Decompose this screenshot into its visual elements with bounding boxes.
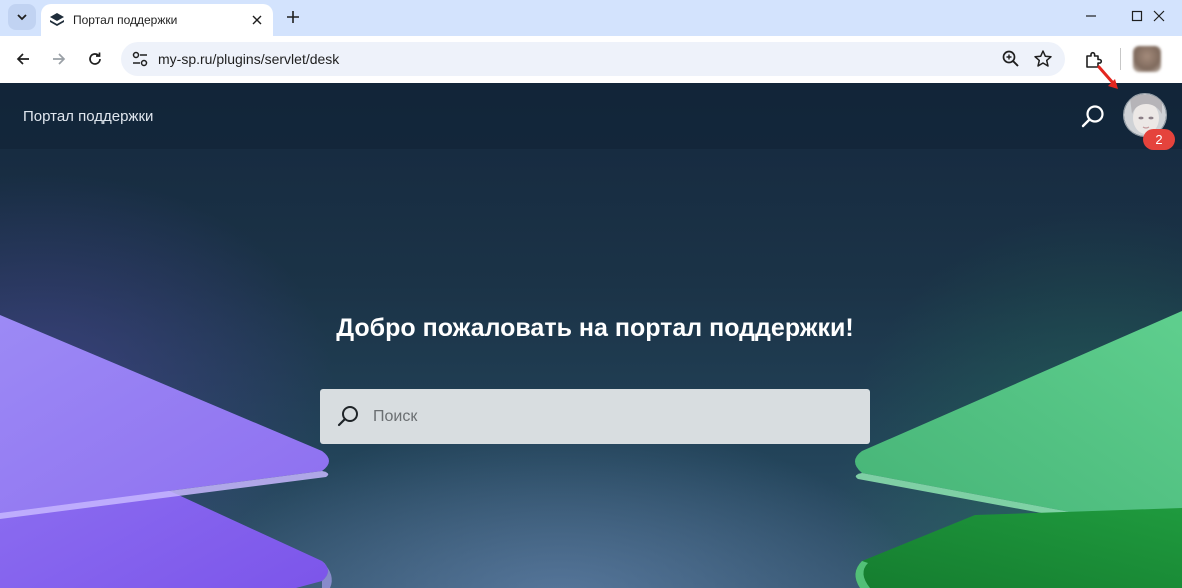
portal-header: Портал поддержки 2 [0, 83, 1182, 150]
tab-search-button[interactable] [8, 4, 36, 30]
welcome-heading: Добро пожаловать на портал поддержки! [336, 314, 854, 342]
red-arrow-annotation-icon [1097, 65, 1118, 89]
tab-close-button[interactable] [247, 10, 267, 30]
forward-button[interactable] [45, 45, 73, 73]
zoom-icon[interactable] [1001, 49, 1021, 69]
arrow-right-icon [53, 53, 66, 65]
arrow-left-icon [16, 53, 29, 65]
browser-tabstrip: Портал поддержки [0, 0, 1182, 36]
plus-icon [287, 11, 299, 23]
support-portal-page: Портал поддержки 2 Добро пожаловать на п… [0, 83, 1182, 588]
close-icon [252, 15, 262, 25]
minimize-button[interactable] [1068, 0, 1114, 32]
portal-search-box[interactable] [320, 389, 870, 444]
reload-button[interactable] [81, 45, 109, 73]
url-text: my-sp.ru/plugins/servlet/desk [158, 51, 340, 67]
site-settings-icon [132, 51, 148, 67]
portal-search-input[interactable] [373, 396, 870, 437]
new-tab-button[interactable] [282, 6, 304, 28]
back-button[interactable] [9, 45, 37, 73]
portal-title[interactable]: Портал поддержки [23, 108, 153, 125]
minimize-icon [1086, 15, 1096, 17]
close-window-button[interactable] [1136, 0, 1182, 32]
notification-badge[interactable]: 2 [1143, 129, 1175, 150]
tab-title: Портал поддержки [73, 13, 178, 27]
browser-profile-avatar[interactable] [1133, 46, 1161, 72]
search-icon[interactable] [1080, 104, 1106, 130]
bookmark-star-icon[interactable] [1033, 49, 1053, 69]
search-icon [337, 405, 358, 426]
close-icon [1153, 10, 1165, 22]
reload-icon [89, 52, 101, 65]
site-favicon-icon [50, 13, 64, 26]
chevron-down-icon [17, 14, 27, 21]
browser-tab-active[interactable]: Портал поддержки [41, 4, 273, 36]
address-bar[interactable]: my-sp.ru/plugins/servlet/desk [121, 42, 1065, 76]
